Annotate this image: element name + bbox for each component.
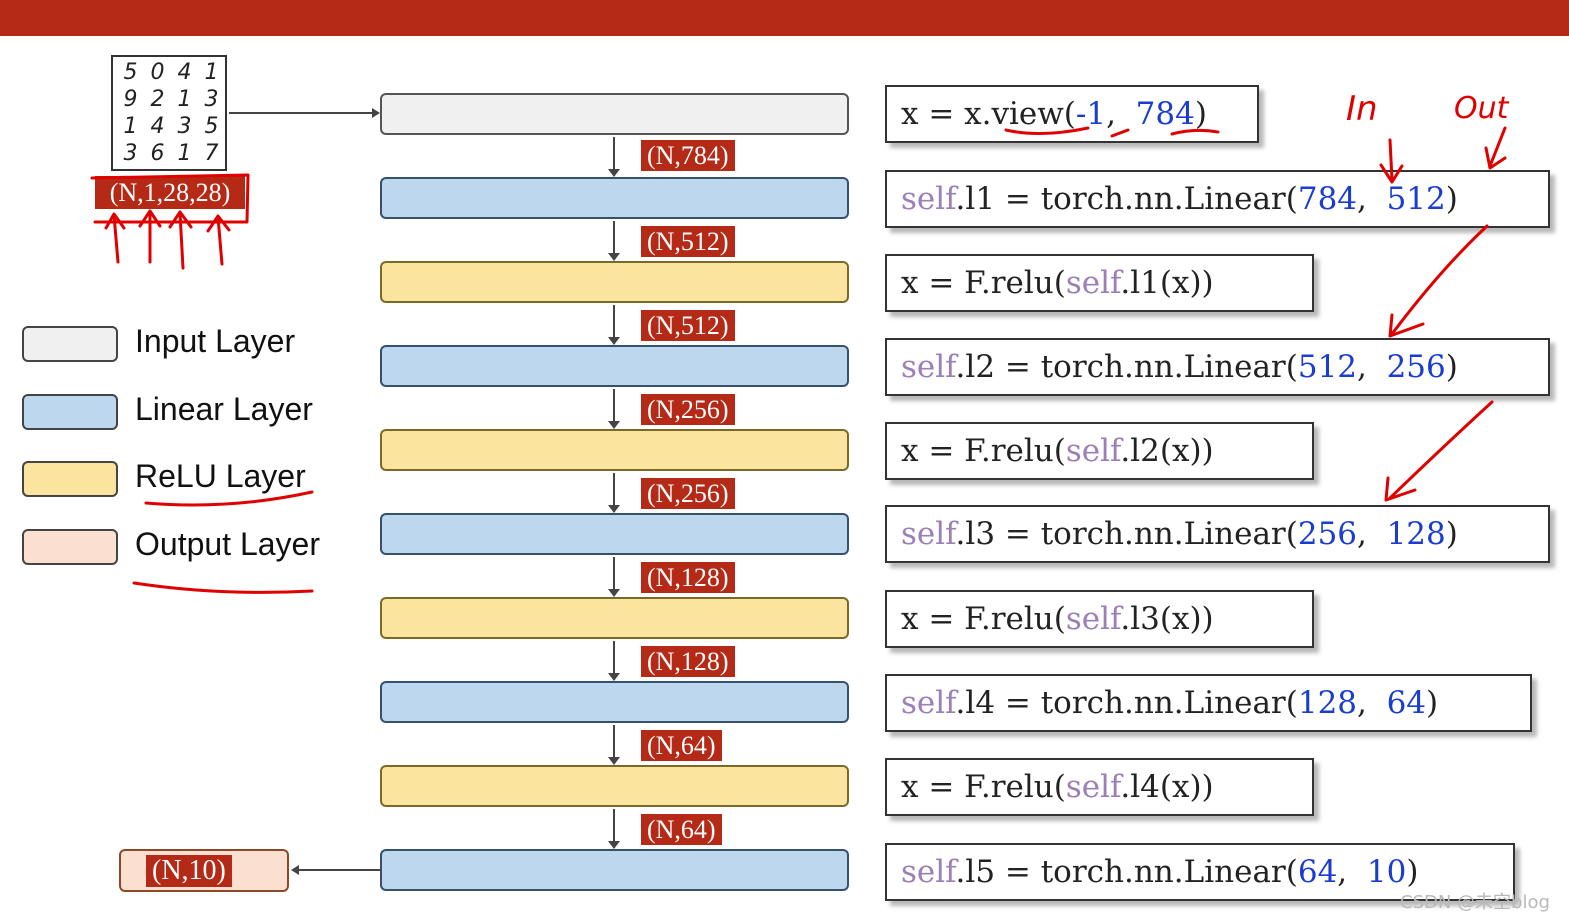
in-annotation: In [1346, 89, 1378, 129]
out-annotation: Out [1454, 91, 1510, 126]
handwritten-annotations: In Out [90, 89, 1510, 594]
watermark: CSDN @未空blog [1400, 892, 1550, 913]
